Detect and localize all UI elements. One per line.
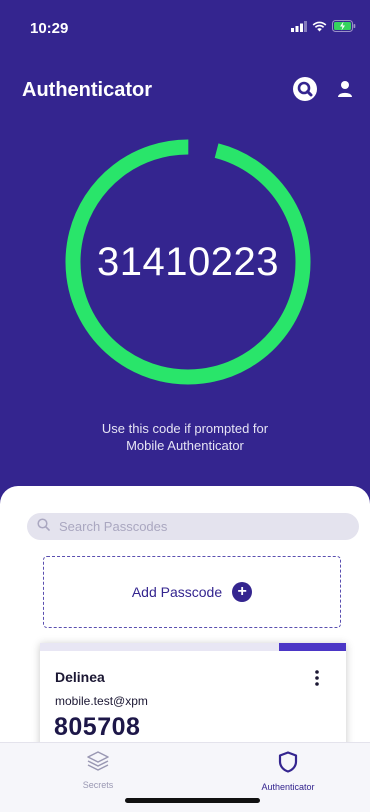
passcode-progress-track bbox=[40, 643, 346, 651]
tab-secrets[interactable]: Secrets bbox=[38, 751, 158, 790]
search-icon bbox=[37, 517, 50, 536]
shield-icon bbox=[278, 751, 298, 778]
user-icon bbox=[337, 80, 353, 103]
code-hint-line1: Use this code if prompted for bbox=[101, 421, 269, 436]
home-indicator bbox=[125, 798, 260, 803]
layers-icon bbox=[87, 751, 109, 776]
wifi-icon bbox=[312, 21, 327, 32]
add-passcode-label: Add Passcode bbox=[131, 584, 223, 600]
add-passcode-button[interactable]: Add Passcode + bbox=[43, 556, 341, 628]
countdown-ring: 31410223 bbox=[64, 138, 312, 386]
search-button[interactable] bbox=[290, 76, 320, 106]
tab-authenticator-label: Authenticator bbox=[261, 782, 315, 792]
page-title: Authenticator bbox=[22, 79, 152, 101]
search-icon bbox=[292, 76, 318, 107]
battery-charging-icon bbox=[332, 20, 356, 32]
code-hint-line2: Mobile Authenticator bbox=[126, 438, 244, 453]
passcode-account: mobile.test@xpm bbox=[55, 694, 148, 708]
plus-icon: + bbox=[232, 582, 253, 602]
passcode-progress-fill bbox=[278, 643, 346, 651]
authenticator-code: 31410223 bbox=[97, 239, 279, 284]
passcode-card[interactable]: Delinea mobile.test@xpm 805708 bbox=[40, 643, 346, 753]
profile-button[interactable] bbox=[330, 76, 360, 106]
status-time: 10:29 bbox=[30, 20, 69, 37]
tab-authenticator[interactable]: Authenticator bbox=[228, 751, 348, 792]
status-icons bbox=[291, 20, 356, 32]
code-hint: Use this code if prompted for Mobile Aut… bbox=[0, 420, 370, 454]
more-options-button[interactable] bbox=[306, 667, 328, 693]
search-bar[interactable] bbox=[27, 513, 359, 540]
passcode-name: Delinea bbox=[55, 669, 105, 685]
header-panel: 10:29 Authenticator 31410223 Use this co… bbox=[0, 0, 370, 505]
passcode-code: 805708 bbox=[54, 713, 141, 741]
signal-icon bbox=[291, 20, 307, 32]
status-bar: 10:29 bbox=[0, 0, 370, 50]
more-vertical-icon bbox=[315, 669, 319, 691]
search-input[interactable] bbox=[59, 519, 319, 534]
tab-secrets-label: Secrets bbox=[82, 780, 114, 790]
